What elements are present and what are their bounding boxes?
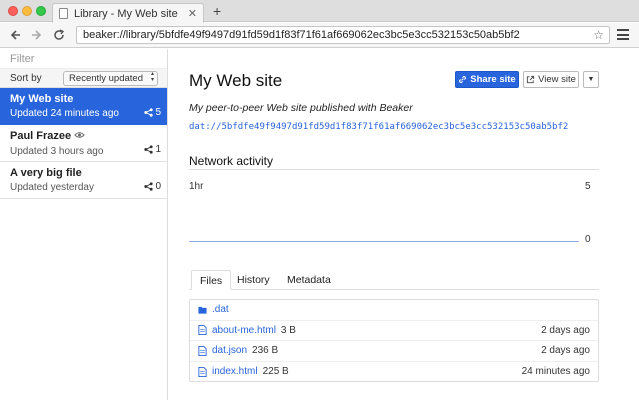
peer-count: 0: [144, 181, 161, 192]
url-input[interactable]: beaker://library/5bfdfe49f9497d91fd59d1f…: [76, 26, 610, 44]
file-name: index.html: [212, 366, 258, 378]
sort-row: Sort by Recently updated: [0, 69, 167, 88]
sort-label: Sort by: [10, 72, 42, 84]
forward-arrow-icon[interactable]: [29, 27, 45, 43]
network-activity-heading: Network activity: [189, 154, 274, 168]
bookmark-star-icon[interactable]: ☆: [593, 27, 604, 43]
peer-count: 1: [144, 144, 161, 155]
share-icon: [144, 108, 154, 117]
graph-range-label: 1hr: [189, 181, 204, 192]
site-updated: Updated 24 minutes ago: [10, 108, 119, 119]
site-title: A very big file: [10, 167, 82, 179]
page-icon: [59, 8, 68, 19]
file-name: .dat: [212, 304, 229, 316]
file-date: 2 days ago: [541, 345, 590, 357]
peer-count-value: 1: [155, 144, 161, 155]
site-updated: Updated yesterday: [10, 182, 94, 193]
chevron-down-icon: ▼: [587, 76, 595, 83]
view-site-button[interactable]: View site: [523, 71, 579, 88]
site-title-text: Paul Frazee: [10, 130, 72, 142]
divider: [189, 169, 599, 170]
filter-input[interactable]: Filter: [0, 49, 167, 69]
network-activity-graph: 1hr 5 0: [189, 179, 599, 245]
back-arrow-icon[interactable]: [7, 27, 23, 43]
watching-eye-icon: [74, 130, 85, 144]
peer-count-value: 0: [155, 181, 161, 192]
site-item-a-very-big-file[interactable]: A very big file Updated yesterday 0: [0, 162, 167, 199]
tab-history[interactable]: History: [229, 270, 278, 290]
file-name: about-me.html: [212, 324, 276, 336]
file-icon: [198, 366, 207, 377]
file-icon: [198, 325, 207, 336]
share-icon: [144, 182, 154, 191]
site-title: My Web site: [10, 93, 74, 105]
file-size: 3 B: [280, 324, 296, 336]
site-title: Paul Frazee: [10, 129, 157, 144]
file-row[interactable]: index.html 225 B 24 minutes ago: [190, 362, 598, 383]
file-row[interactable]: dat.json 236 B 2 days ago: [190, 341, 598, 362]
content-tabs: Files History Metadata: [189, 270, 599, 290]
graph-max-label: 5: [585, 181, 591, 192]
close-window-button[interactable]: [8, 6, 18, 16]
tab-metadata[interactable]: Metadata: [279, 270, 339, 290]
file-name: dat.json: [212, 345, 248, 357]
sort-select[interactable]: Recently updated: [63, 70, 158, 86]
peer-count: 5: [144, 107, 161, 118]
hamburger-menu-icon[interactable]: [617, 29, 629, 40]
file-date: 2 days ago: [541, 324, 590, 336]
site-item-paul-frazee[interactable]: Paul Frazee Updated 3 hours ago 1: [0, 125, 167, 162]
share-site-label: Share site: [470, 74, 516, 85]
browser-tab[interactable]: Library - My Web site ✕: [52, 3, 204, 23]
title-bar: Library - My Web site ✕ +: [0, 0, 639, 23]
minimize-window-button[interactable]: [22, 6, 32, 16]
share-icon: [144, 145, 154, 154]
file-row[interactable]: about-me.html 3 B 2 days ago: [190, 321, 598, 341]
page-title: My Web site: [189, 71, 283, 90]
tab-files[interactable]: Files: [191, 270, 232, 290]
zoom-window-button[interactable]: [36, 6, 46, 16]
file-row-dat-folder[interactable]: .dat: [190, 300, 598, 321]
file-date: 24 minutes ago: [521, 366, 590, 378]
site-item-my-web-site[interactable]: My Web site Updated 24 minutes ago 5: [0, 88, 167, 125]
nav-bar: beaker://library/5bfdfe49f9497d91fd59d1f…: [0, 23, 639, 48]
site-updated: Updated 3 hours ago: [10, 146, 104, 157]
reload-icon[interactable]: [51, 27, 67, 43]
peer-count-value: 5: [155, 107, 161, 118]
file-icon: [198, 345, 207, 356]
library-sidebar: Filter Sort by Recently updated My Web s…: [0, 49, 168, 400]
file-size: 225 B: [262, 366, 289, 378]
file-size: 236 B: [252, 345, 279, 357]
site-description: My peer-to-peer Web site published with …: [189, 102, 413, 114]
folder-icon: [198, 306, 207, 314]
more-options-dropdown[interactable]: ▼: [583, 71, 599, 88]
new-tab-button[interactable]: +: [213, 3, 221, 19]
tab-title: Library - My Web site: [74, 7, 178, 20]
graph-min-label: 0: [585, 234, 591, 245]
share-site-button[interactable]: Share site: [455, 71, 519, 88]
tab-close-icon[interactable]: ✕: [188, 7, 197, 20]
file-list: .dat about-me.html 3 B 2 days ago dat.js…: [189, 299, 599, 382]
graph-activity-line: [189, 241, 579, 242]
dat-url-link[interactable]: dat://5bfdfe49f9497d91fd59d1f83f71f61af6…: [189, 122, 568, 132]
link-icon: [459, 76, 467, 83]
view-site-label: View site: [538, 74, 576, 85]
external-link-icon: [526, 75, 535, 84]
site-detail-panel: My Web site Share site View site ▼ My pe…: [169, 49, 639, 400]
url-text: beaker://library/5bfdfe49f9497d91fd59d1f…: [83, 29, 520, 41]
